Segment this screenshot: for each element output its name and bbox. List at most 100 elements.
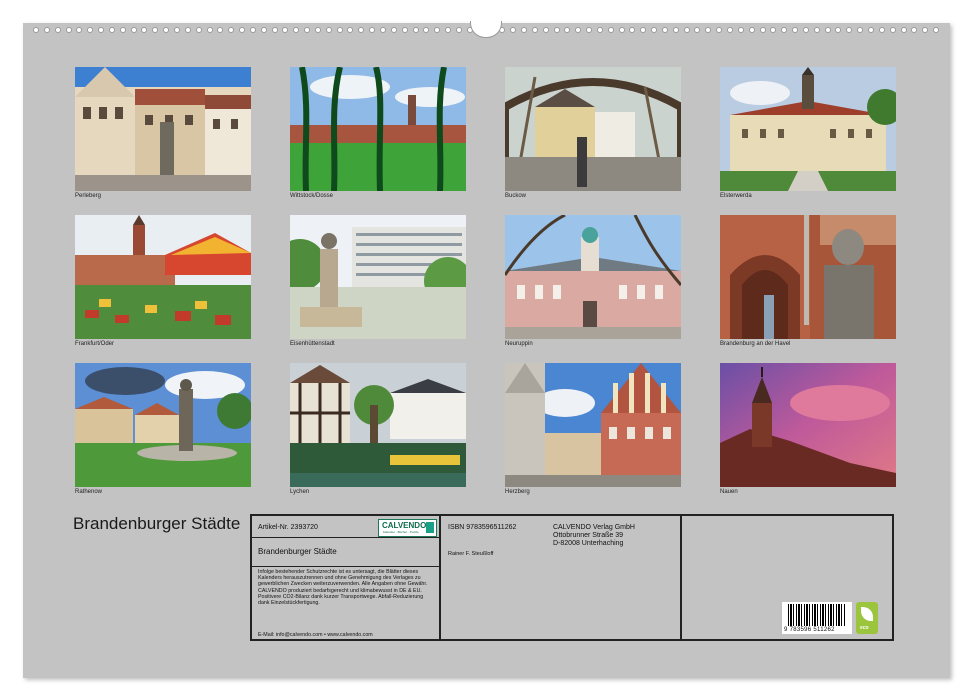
logo-wordmark: CALVENDO: [382, 521, 427, 530]
binding-hole: [824, 27, 831, 33]
binding-hole: [813, 27, 820, 33]
calendar-title: Brandenburger Städte: [73, 514, 241, 533]
binding-hole: [933, 27, 940, 33]
publisher-city: D-82008 Unterhaching: [553, 540, 624, 547]
binding-hole: [260, 27, 267, 33]
binding-hole: [108, 27, 115, 33]
binding-hole: [239, 27, 246, 33]
binding-hole: [586, 27, 593, 33]
binding-hole: [781, 27, 788, 33]
binding-hole: [336, 27, 343, 33]
binding-hole: [878, 27, 885, 33]
binding-hole: [802, 27, 809, 33]
binding-hole: [867, 27, 874, 33]
photo-herzberg: [505, 363, 681, 487]
binding-hole: [271, 27, 278, 33]
photo-neuruppin: [505, 215, 681, 339]
binding-hole: [434, 27, 441, 33]
binding-hole: [412, 27, 419, 33]
binding-hole: [520, 27, 527, 33]
legal-notice: Infolge bestehender Schutzrechte ist es …: [258, 569, 428, 607]
binding-hole: [661, 27, 668, 33]
binding-hole: [423, 27, 430, 33]
photo-frankfurt-oder: [75, 215, 251, 339]
barcode-number: 9 783596 511262: [784, 627, 835, 633]
binding-hole: [857, 27, 864, 33]
divider: [252, 566, 439, 567]
photo-caption: Lychen: [290, 489, 310, 495]
leaf-icon: [861, 607, 873, 621]
divider: [252, 537, 439, 538]
eco-badge: eco: [856, 602, 878, 634]
binding-hole: [304, 27, 311, 33]
photo-rathenow: [75, 363, 251, 487]
binding-hole: [206, 27, 213, 33]
photo-buckow: [505, 67, 681, 191]
eco-label: eco: [860, 625, 869, 631]
binding-hole: [98, 27, 105, 33]
hanger-notch: [470, 21, 502, 38]
binding-hole: [347, 27, 354, 33]
binding-hole: [76, 27, 83, 33]
binding-hole: [900, 27, 907, 33]
photo-caption: Nauen: [720, 489, 738, 495]
binding-hole: [835, 27, 842, 33]
publisher-street: Ottobrunner Straße 39: [553, 532, 624, 539]
photo-elsterwerda: [720, 67, 896, 191]
barcode-bars: [788, 604, 846, 626]
binding-hole: [651, 27, 658, 33]
photo-caption: Perleberg: [75, 193, 102, 199]
binding-hole: [249, 27, 256, 33]
binding-hole: [195, 27, 202, 33]
binding-hole: [130, 27, 137, 33]
binding-hole: [607, 27, 614, 33]
binding-hole: [33, 27, 39, 33]
binding-hole: [228, 27, 235, 33]
binding-hole: [65, 27, 72, 33]
binding-hole: [737, 27, 744, 33]
photo-brandenburg-havel: [720, 215, 896, 339]
binding-hole: [629, 27, 636, 33]
photo-caption: Neuruppin: [505, 341, 533, 347]
binding-hole: [173, 27, 180, 33]
binding-hole: [43, 27, 50, 33]
binding-hole: [217, 27, 224, 33]
binding-hole: [87, 27, 94, 33]
binding-hole: [727, 27, 733, 33]
photo-caption: Buckow: [505, 193, 527, 199]
isbn: ISBN 9783596511262: [448, 524, 517, 531]
binding-hole: [564, 27, 571, 33]
divider: [439, 516, 441, 639]
binding-hole: [325, 27, 332, 33]
binding-hole: [748, 27, 755, 33]
binding-hole: [445, 27, 452, 33]
product-title: Brandenburger Städte: [258, 547, 337, 556]
binding-hole: [282, 27, 289, 33]
photo-caption: Elsterwerda: [720, 193, 752, 199]
binding-hole: [542, 27, 549, 33]
binding-hole: [672, 27, 679, 33]
logo-subline: Kalender · Bücher · Puzzle: [383, 530, 419, 534]
divider: [680, 516, 682, 639]
info-box: Artikel-Nr. 2393720 CALVENDO Kalender · …: [250, 514, 894, 641]
binding-hole: [54, 27, 61, 33]
photo-eisenhuettenstadt: [290, 215, 466, 339]
publisher-name: CALVENDO Verlag GmbH: [553, 524, 635, 531]
photo-nauen: [720, 363, 896, 487]
binding-hole: [358, 27, 365, 33]
binding-hole: [575, 27, 582, 33]
photo-caption: Herzberg: [505, 489, 530, 495]
binding-hole: [618, 27, 625, 33]
binding-hole: [759, 27, 766, 33]
photo-perleberg: [75, 67, 251, 191]
binding-hole: [380, 27, 386, 33]
binding-hole: [401, 27, 408, 33]
photo-lychen: [290, 363, 466, 487]
photo-caption: Brandenburg an der Havel: [720, 341, 791, 347]
binding-hole: [119, 27, 126, 33]
binding-hole: [792, 27, 799, 33]
photo-caption: Wittstock/Dosse: [290, 193, 334, 199]
binding-hole: [141, 27, 148, 33]
contact-line: E-Mail: info@calvendo.com • www.calvendo…: [258, 632, 373, 638]
photo-caption: Frankfurt/Oder: [75, 341, 115, 347]
